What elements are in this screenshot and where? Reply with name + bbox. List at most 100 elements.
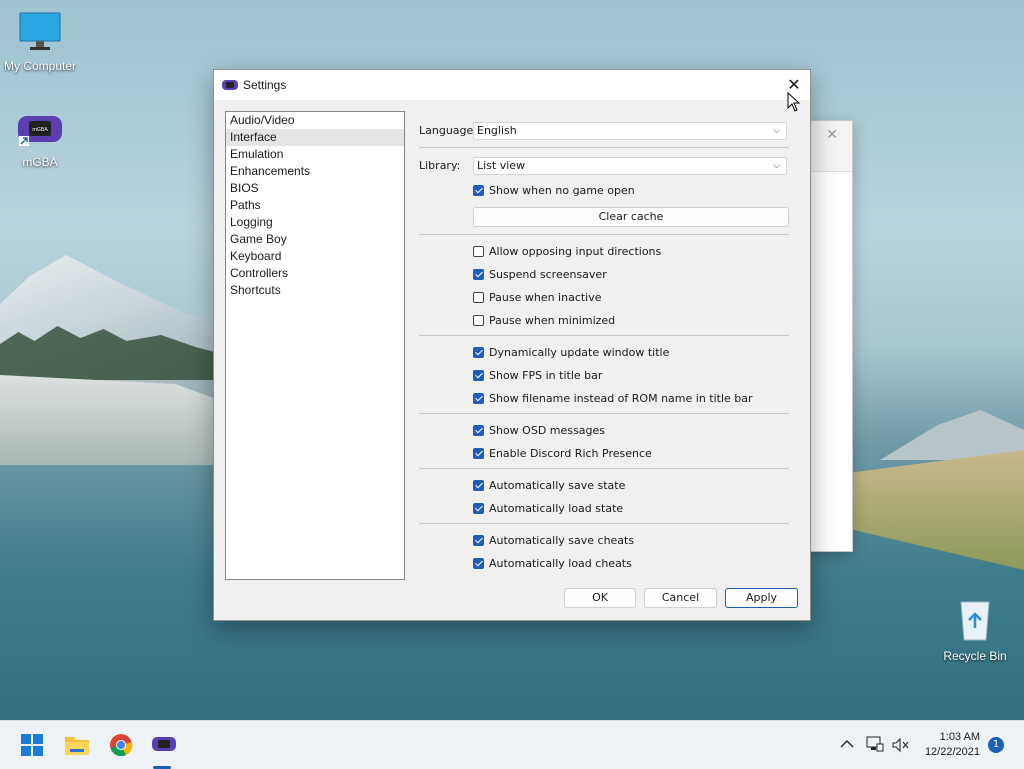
checkbox-label: Dynamically update window title: [489, 345, 670, 359]
desktop-icon-recycle-bin[interactable]: Recycle Bin: [935, 598, 1015, 663]
clear-cache-button[interactable]: Clear cache: [473, 207, 789, 227]
checkbox-show-filename[interactable]: Show filename instead of ROM name in tit…: [473, 390, 753, 406]
checkbox-label: Automatically save state: [489, 478, 626, 492]
checkbox-label: Show FPS in title bar: [489, 368, 603, 382]
divider: [419, 413, 789, 414]
file-explorer-icon[interactable]: [65, 734, 89, 756]
checkbox-dynamic-title[interactable]: Dynamically update window title: [473, 344, 669, 360]
apply-button[interactable]: Apply: [725, 588, 798, 608]
network-icon[interactable]: [866, 736, 884, 752]
checkbox-label: Suspend screensaver: [489, 267, 607, 281]
checkbox-discord[interactable]: Enable Discord Rich Presence: [473, 445, 652, 461]
divider: [419, 147, 789, 148]
desktop-icon-mgba[interactable]: mGBA mGBA: [0, 112, 80, 169]
system-clock[interactable]: 1:03 AM 12/22/2021: [925, 730, 980, 760]
checkbox-checked[interactable]: [473, 392, 484, 404]
checkbox-show-fps[interactable]: Show FPS in title bar: [473, 367, 602, 383]
library-select[interactable]: List view ⌵: [473, 157, 787, 175]
cancel-button[interactable]: Cancel: [644, 588, 717, 608]
close-icon[interactable]: ✕: [826, 127, 838, 143]
nav-item-paths[interactable]: Paths: [226, 197, 404, 214]
checkbox-allow-opposing[interactable]: Allow opposing input directions: [473, 243, 661, 259]
clock-time: 1:03 AM: [939, 731, 980, 743]
checkbox-checked[interactable]: [473, 268, 484, 280]
checkbox-checked[interactable]: [473, 557, 484, 569]
checkbox-show-osd[interactable]: Show OSD messages: [473, 422, 605, 438]
checkbox-label: Pause when inactive: [489, 290, 602, 304]
nav-item-enhancements[interactable]: Enhancements: [226, 163, 404, 180]
desktop-icon-label: mGBA: [22, 155, 58, 169]
library-label: Library:: [419, 159, 461, 172]
nav-item-interface[interactable]: Interface: [226, 129, 404, 146]
checkbox-pause-inactive[interactable]: Pause when inactive: [473, 289, 602, 305]
nav-item-controllers[interactable]: Controllers: [226, 265, 404, 282]
checkbox-label: Allow opposing input directions: [489, 244, 662, 258]
checkbox-checked[interactable]: [473, 424, 484, 436]
checkbox-label: Show when no game open: [489, 183, 635, 197]
windows-start-icon[interactable]: [21, 734, 43, 756]
dialog-title: Settings: [243, 78, 287, 92]
checkbox-suspend-screensaver[interactable]: Suspend screensaver: [473, 266, 607, 282]
mgba-icon[interactable]: [152, 735, 176, 753]
nav-item-audio-video[interactable]: Audio/Video: [226, 112, 404, 129]
taskbar: 1:03 AM 12/22/2021 1: [0, 720, 1024, 769]
chrome-icon[interactable]: [109, 733, 133, 757]
checkbox-auto-load-cheats[interactable]: Automatically load cheats: [473, 555, 632, 571]
checkbox-checked[interactable]: [473, 534, 484, 546]
nav-item-logging[interactable]: Logging: [226, 214, 404, 231]
wallpaper-right-mountain: [880, 410, 1024, 460]
settings-dialog: Settings ✕ Audio/Video Interface Emulati…: [213, 69, 811, 621]
divider: [419, 234, 789, 235]
checkbox-auto-save-state[interactable]: Automatically save state: [473, 477, 625, 493]
checkbox-unchecked[interactable]: [473, 245, 484, 257]
checkbox-pause-minimized[interactable]: Pause when minimized: [473, 312, 615, 328]
monitor-icon: [19, 12, 61, 50]
language-label: Language: [419, 124, 474, 137]
checkbox-checked[interactable]: [473, 447, 484, 459]
checkbox-checked[interactable]: [473, 184, 484, 196]
checkbox-checked[interactable]: [473, 502, 484, 514]
checkbox-unchecked[interactable]: [473, 291, 484, 303]
checkbox-label: Show OSD messages: [489, 423, 605, 437]
chevron-up-icon[interactable]: [840, 738, 854, 750]
checkbox-checked[interactable]: [473, 369, 484, 381]
checkbox-auto-save-cheats[interactable]: Automatically save cheats: [473, 532, 634, 548]
svg-text:mGBA: mGBA: [32, 127, 48, 133]
checkbox-checked[interactable]: [473, 479, 484, 491]
checkbox-label: Automatically save cheats: [489, 533, 635, 547]
mgba-icon: mGBA: [18, 116, 62, 146]
chevron-down-icon: ⌵: [773, 126, 780, 136]
checkbox-label: Automatically load cheats: [489, 556, 632, 570]
volume-muted-icon[interactable]: [892, 737, 910, 753]
checkbox-label: Show filename instead of ROM name in tit…: [489, 391, 753, 405]
checkbox-checked[interactable]: [473, 346, 484, 358]
nav-item-emulation[interactable]: Emulation: [226, 146, 404, 163]
checkbox-auto-load-state[interactable]: Automatically load state: [473, 500, 623, 516]
settings-titlebar: Settings ✕: [214, 70, 810, 100]
checkbox-unchecked[interactable]: [473, 314, 484, 326]
desktop-icon-my-computer[interactable]: My Computer: [0, 12, 80, 73]
nav-item-shortcuts[interactable]: Shortcuts: [226, 282, 404, 299]
clock-date: 12/22/2021: [924, 746, 980, 758]
divider: [419, 335, 789, 336]
nav-item-game-boy[interactable]: Game Boy: [226, 231, 404, 248]
divider: [419, 468, 789, 469]
nav-item-bios[interactable]: BIOS: [226, 180, 404, 197]
language-select[interactable]: English ⌵: [473, 122, 787, 140]
library-row: Library:: [419, 159, 474, 172]
chevron-down-icon: ⌵: [773, 161, 780, 171]
nav-item-keyboard[interactable]: Keyboard: [226, 248, 404, 265]
ok-button[interactable]: OK: [564, 588, 636, 608]
checkbox-label: Enable Discord Rich Presence: [489, 446, 652, 460]
checkbox-show-when-no-game[interactable]: Show when no game open: [473, 182, 635, 198]
checkbox-label: Automatically load state: [489, 501, 624, 515]
language-row: Language: [419, 124, 474, 137]
recycle-bin-icon: [960, 601, 990, 641]
notification-badge[interactable]: 1: [988, 737, 1004, 753]
checkbox-label: Pause when minimized: [489, 313, 616, 327]
desktop-icon-label: My Computer: [3, 59, 77, 73]
library-value: List view: [477, 159, 526, 172]
language-value: English: [477, 124, 517, 137]
desktop-icon-label: Recycle Bin: [943, 649, 1007, 663]
settings-nav-list[interactable]: Audio/Video Interface Emulation Enhancem…: [225, 111, 405, 580]
